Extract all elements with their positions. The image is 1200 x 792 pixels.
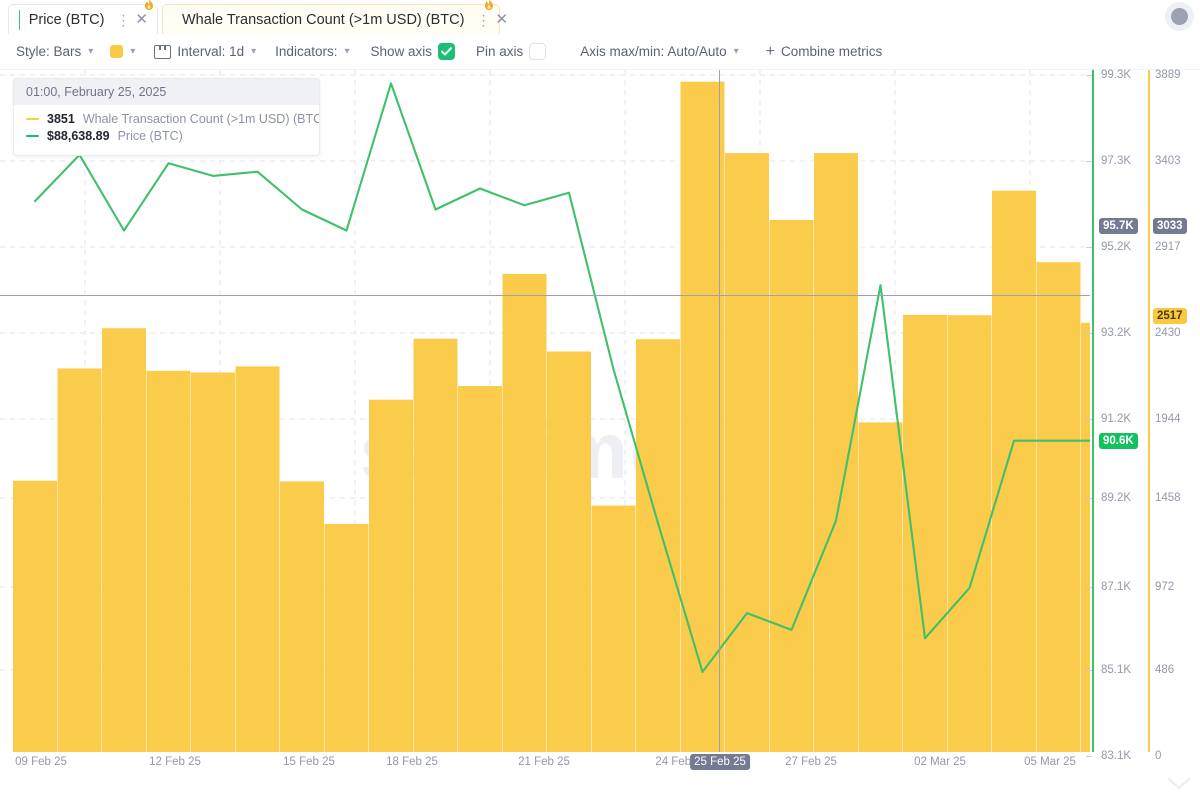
checkbox-checked-icon[interactable] [438, 43, 456, 60]
right-axis-current-value-pill: 2517 [1153, 308, 1187, 324]
left-axis-tick: 89.2K [1101, 492, 1132, 504]
x-axis-tick-label: 05 Mar 25 [1024, 756, 1076, 768]
chevron-down-icon: ▾ [130, 46, 136, 57]
chart-tooltip: 01:00, February 25, 2025 3851 Whale Tran… [13, 78, 320, 156]
pin-axis-toggle[interactable]: Pin axis [464, 40, 555, 63]
combine-metrics-label: Combine metrics [780, 44, 883, 59]
left-axis-crosshair-pill: 95.7K [1099, 218, 1138, 234]
tooltip-series-name: Price (BTC) [117, 129, 183, 143]
crosshair-vertical [719, 70, 720, 752]
axis-tick-mark [1086, 587, 1092, 588]
tab-menu-icon[interactable]: ⋮ [476, 13, 490, 27]
chevron-down-icon: ▾ [733, 46, 739, 57]
chevron-down-icon: ▾ [344, 46, 350, 57]
chart-application: Price (BTC) ⋮ ✕ Whale Transaction Count … [0, 0, 1200, 792]
right-axis-tick: 2430 [1155, 327, 1181, 339]
combine-metrics-button[interactable]: + Combine metrics [748, 41, 892, 62]
x-axis-tick-label: 18 Feb 25 [386, 756, 438, 768]
left-axis-current-value-pill: 90.6K [1099, 433, 1138, 449]
plus-icon: + [765, 43, 775, 60]
axis-tick-mark [1086, 333, 1092, 334]
chart-toolbar: Style: Bars ▾ ▾ Interval: 1d ▾ Indicator… [0, 34, 1200, 70]
calendar-interval-icon [154, 44, 172, 59]
x-axis-tick-label: 02 Mar 25 [914, 756, 966, 768]
tab-label: Whale Transaction Count (>1m USD) (BTC) [182, 11, 465, 28]
tooltip-timestamp: 01:00, February 25, 2025 [14, 79, 319, 105]
tab-price-btc[interactable]: Price (BTC) ⋮ ✕ [8, 0, 158, 34]
x-axis-tick-label: 21 Feb 25 [518, 756, 570, 768]
x-axis-tick-label: 27 Feb 25 [785, 756, 837, 768]
style-label: Style: Bars [16, 44, 82, 59]
left-axis-tick: 83.1K [1101, 750, 1132, 762]
axis-tick-mark [1086, 247, 1092, 248]
left-axis-tick: 87.1K [1101, 581, 1132, 593]
left-axis-tick: 97.3K [1101, 155, 1132, 167]
tab-menu-icon[interactable]: ⋮ [116, 13, 130, 27]
flame-badge-icon [481, 0, 497, 14]
tab-bar: Price (BTC) ⋮ ✕ Whale Transaction Count … [0, 0, 1200, 34]
x-axis-tick-label: 09 Feb 25 [15, 756, 67, 768]
right-axis-tick: 2917 [1155, 241, 1181, 253]
show-axis-label: Show axis [370, 44, 433, 59]
close-icon[interactable]: ✕ [492, 12, 511, 27]
right-axis-tick: 1944 [1155, 413, 1181, 425]
series-color-dash [26, 117, 39, 121]
chevron-down-icon: ▾ [251, 46, 257, 57]
tooltip-series-name: Whale Transaction Count (>1m USD) (BTC) [82, 112, 320, 126]
chevron-down-icon: ▾ [88, 46, 94, 57]
tab-label: Price (BTC) [28, 11, 105, 28]
right-axis-crosshair-pill: 3033 [1153, 218, 1187, 234]
style-selector[interactable]: Style: Bars ▾ [16, 41, 102, 62]
axis-tick-mark [1086, 419, 1092, 420]
flame-badge-icon [141, 0, 157, 14]
right-axis-tick: 3403 [1155, 155, 1181, 167]
left-axis-tick: 99.3K [1101, 69, 1132, 81]
indicators-selector[interactable]: Indicators: ▾ [265, 41, 358, 62]
left-axis-tick: 91.2K [1101, 413, 1132, 425]
axis-tick-mark [1086, 498, 1092, 499]
tooltip-row: $88,638.89 Price (BTC) [26, 129, 307, 143]
axis-minmax-label: Axis max/min: Auto/Auto [580, 44, 727, 59]
axis-tick-mark [1086, 161, 1092, 162]
tooltip-value: $88,638.89 [47, 129, 110, 143]
crosshair-horizontal [0, 295, 1090, 296]
axis-tick-mark [1086, 670, 1092, 671]
indicators-label: Indicators: [275, 44, 338, 59]
left-series-axis-line [1092, 70, 1094, 752]
chart-container: santiment 99.3K97.3K95.2K93.2K91.2K89.2K… [0, 69, 1200, 792]
plot-svg [0, 70, 1090, 752]
series-color-dash [26, 134, 39, 138]
checkbox-unchecked-icon[interactable] [529, 43, 547, 60]
x-axis-tick-label: 15 Feb 25 [283, 756, 335, 768]
left-axis-tick: 85.1K [1101, 664, 1132, 676]
tab-whale-transaction-count[interactable]: Whale Transaction Count (>1m USD) (BTC) … [162, 0, 508, 34]
color-swatch-icon [110, 45, 124, 58]
right-axis-tick: 486 [1155, 664, 1175, 676]
resize-handle-icon[interactable] [1166, 776, 1192, 790]
axis-tick-mark [1086, 75, 1092, 76]
tooltip-row: 3851 Whale Transaction Count (>1m USD) (… [26, 112, 319, 126]
right-axis-tick: 1458 [1155, 492, 1181, 504]
plot-area[interactable] [0, 70, 1090, 752]
tab-color-marker [19, 9, 20, 30]
left-axis-tick: 93.2K [1101, 327, 1132, 339]
close-icon[interactable]: ✕ [132, 12, 151, 27]
interval-selector[interactable]: Interval: 1d ▾ [144, 41, 265, 62]
right-axis-tick: 0 [1155, 750, 1162, 762]
x-axis-tick-label: 12 Feb 25 [149, 756, 201, 768]
right-series-axis-line [1148, 70, 1150, 752]
pin-axis-label: Pin axis [476, 44, 524, 59]
tooltip-value: 3851 [47, 112, 75, 126]
right-axis-tick: 3889 [1155, 69, 1181, 81]
x-axis-tick-label: 25 Feb 25 [690, 754, 750, 770]
x-axis-labels: 09 Feb 25 12 Feb 25 15 Feb 25 18 Feb 25 21 F… [0, 754, 1090, 780]
avatar[interactable] [1171, 8, 1188, 25]
color-selector[interactable]: ▾ [102, 42, 144, 61]
right-axis-tick: 972 [1155, 581, 1175, 593]
interval-label: Interval: 1d [177, 44, 245, 59]
tooltip-rows: 3851 Whale Transaction Count (>1m USD) (… [14, 105, 319, 155]
axis-minmax-selector[interactable]: Axis max/min: Auto/Auto ▾ [555, 41, 747, 62]
show-axis-toggle[interactable]: Show axis [358, 40, 464, 63]
left-axis-tick: 95.2K [1101, 241, 1132, 253]
